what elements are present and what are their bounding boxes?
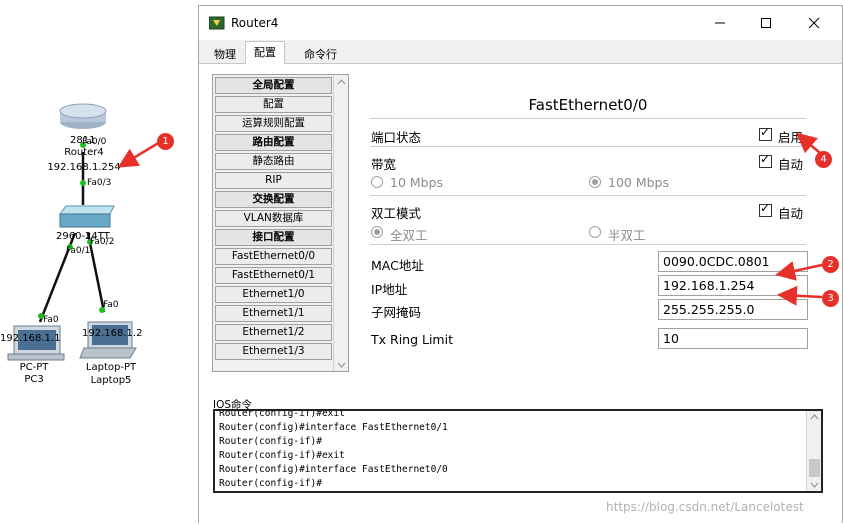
pc-name-label: PC3 — [24, 374, 44, 385]
ios-scrollbar[interactable] — [806, 411, 821, 491]
ios-console-line: Router(config-if)#exit — [219, 409, 345, 419]
bw-10-label: 10 Mbps — [390, 175, 444, 190]
ios-console-line: Router(config-if)#exit — [219, 450, 345, 461]
bandwidth-label: 带宽 — [371, 157, 397, 172]
divider — [370, 195, 806, 196]
ios-console-line: Router(config)#interface FastEthernet0/1 — [219, 422, 448, 433]
tab-physical[interactable]: 物理 — [205, 43, 245, 64]
switch-if-left-label: Fa0/1 — [66, 246, 91, 256]
nav-item[interactable]: Ethernet1/2 — [215, 324, 332, 341]
laptop-name-label: Laptop5 — [90, 375, 132, 386]
port-on-label: 启用 — [778, 130, 804, 145]
router-if-bottom-label: Fa0/3 — [87, 178, 112, 188]
switch-if-right-label: Fa0/2 — [90, 237, 115, 247]
bandwidth-auto-checkbox[interactable] — [759, 152, 772, 168]
nav-section-header[interactable]: 全局配置 — [215, 77, 332, 94]
tab-config[interactable]: 配置 — [245, 41, 285, 65]
mac-label: MAC地址 — [371, 258, 424, 273]
router-name-label: Router4 — [64, 147, 104, 158]
nav-item[interactable]: 配置 — [215, 96, 332, 113]
nav-section-header[interactable]: 交换配置 — [215, 191, 332, 208]
ios-console-line: Router(config)#interface FastEthernet0/0 — [219, 464, 448, 475]
annotation-badge-4: 4 — [815, 151, 832, 168]
bw-100-radio[interactable] — [589, 176, 601, 188]
title-bar[interactable]: Router4 — [199, 6, 842, 40]
nav-item[interactable]: FastEthernet0/0 — [215, 248, 332, 265]
laptop-if-label: Fa0 — [103, 300, 119, 310]
txring-label: Tx Ring Limit — [371, 332, 453, 347]
duplex-auto-checkbox[interactable] — [759, 201, 772, 217]
config-content: 全局配置配置运算规则配置 路由配置静态路由 RIP 交换配置 VLAN数据库 接口配置 Fa… — [199, 64, 842, 524]
tx-ring-field[interactable]: 10 — [658, 328, 808, 349]
switch-icon — [59, 205, 115, 228]
bandwidth-auto-label: 自动 — [778, 157, 804, 172]
annotation-badge-2: 2 — [822, 256, 839, 273]
subnet-mask-field[interactable]: 255.255.255.0 — [658, 299, 808, 320]
divider — [370, 244, 806, 245]
annotation-badge-3: 3 — [822, 290, 839, 307]
pc-ip-label: 192.168.1.1 — [0, 333, 61, 344]
mask-label: 子网掩码 — [371, 305, 422, 320]
tab-bar: 物理 配置 命令行 — [199, 40, 842, 65]
close-button[interactable] — [791, 6, 837, 40]
full-duplex-label: 全双工 — [390, 228, 428, 243]
ios-console-line: Router(config-if)# — [219, 478, 322, 489]
ip-field[interactable]: 192.168.1.254 — [658, 275, 808, 296]
minimize-icon — [715, 22, 725, 24]
bw-10-radio[interactable] — [371, 176, 383, 188]
router-config-window: Router4 物理 配置 命令行 全局配置 配置 运算规则配置 路由配置 静态路由 RI… — [198, 5, 843, 524]
maximize-icon — [761, 18, 771, 28]
close-icon — [808, 17, 820, 29]
app-icon — [209, 16, 225, 30]
nav-item[interactable]: 静态路由 — [215, 153, 332, 170]
window-title: Router4 — [231, 16, 279, 30]
topology-canvas[interactable]: 2811 Fa0/0 Router4 192.168.1.254 Fa0/3 2… — [0, 0, 200, 525]
duplex-auto-label: 自动 — [778, 206, 804, 221]
router-icon — [59, 103, 107, 129]
ip-label: IP地址 — [371, 282, 408, 297]
pc-type-label: PC-PT — [19, 362, 49, 373]
nav-item[interactable]: VLAN数据库 — [215, 210, 332, 227]
half-duplex-label: 半双工 — [608, 228, 646, 243]
divider — [370, 118, 806, 119]
nav-item[interactable]: RIP — [215, 172, 332, 189]
config-nav-list: 全局配置配置运算规则配置 路由配置静态路由 RIP 交换配置 VLAN数据库 接口配置 Fa… — [212, 74, 349, 372]
tab-cli[interactable]: 命令行 — [295, 43, 346, 64]
ios-command-console[interactable]: Router(config-if)#exit Router(config)#int… — [213, 409, 823, 493]
ios-console-line: Router(config-if)# — [219, 436, 322, 447]
laptop-type-label: Laptop-PT — [85, 362, 137, 373]
topology-links — [7, 103, 137, 361]
maximize-button[interactable] — [743, 6, 789, 40]
laptop-ip-label: 192.168.1.2 — [82, 328, 143, 339]
ios-scroll-arrows — [809, 414, 820, 488]
full-duplex-radio[interactable] — [371, 226, 383, 238]
nav-scroll-arrows — [337, 79, 346, 368]
annotation-badge-1: 1 — [157, 133, 174, 150]
watermark: https://blog.csdn.net/Lancelotest — [606, 500, 804, 514]
nav-scrollbar[interactable] — [333, 75, 348, 371]
router-if-top-label: Fa0/0 — [82, 137, 107, 147]
mac-field[interactable]: 0090.0CDC.0801 — [658, 251, 808, 272]
nav-item[interactable]: FastEthernet0/1 — [215, 267, 332, 284]
divider — [370, 146, 806, 147]
nav-item[interactable]: Ethernet1/3 — [215, 343, 332, 360]
half-duplex-radio[interactable] — [589, 226, 601, 238]
nav-item[interactable]: 运算规则配置 — [215, 115, 332, 132]
interface-title: FastEthernet0/0 — [528, 96, 648, 114]
nav-item[interactable]: Ethernet1/0 — [215, 286, 332, 303]
nav-item[interactable]: Ethernet1/1 — [215, 305, 332, 322]
minimize-button[interactable] — [697, 6, 743, 40]
port-status-label: 端口状态 — [371, 130, 422, 145]
duplex-label: 双工模式 — [371, 206, 422, 221]
port-status-checkbox[interactable] — [759, 125, 772, 141]
nav-section-header[interactable]: 接口配置 — [215, 229, 332, 246]
bw-100-label: 100 Mbps — [608, 175, 669, 190]
router-ip-label: 192.168.1.254 — [47, 162, 121, 173]
nav-section-header[interactable]: 路由配置 — [215, 134, 332, 151]
pc-if-label: Fa0 — [43, 315, 59, 325]
